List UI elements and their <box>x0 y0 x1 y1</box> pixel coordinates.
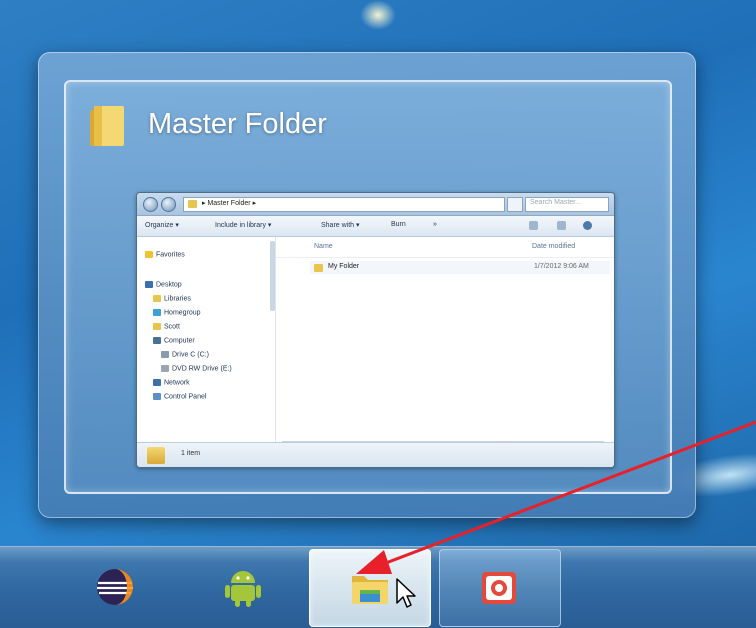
folder-icon <box>352 576 388 604</box>
navigation-pane: Favorites Desktop Libraries Homegroup Sc… <box>137 237 276 443</box>
search-input: Search Master... <box>525 197 609 212</box>
nav-item-computer: Computer <box>153 337 195 344</box>
nav-item-scott: Scott <box>153 323 180 330</box>
more-button: » <box>433 221 437 228</box>
command-bar: Organize ▾ Include in library ▾ Share wi… <box>137 216 614 237</box>
item-count: 1 item <box>181 450 201 457</box>
explorer-body: Favorites Desktop Libraries Homegroup Sc… <box>137 237 614 443</box>
drive-icon <box>161 351 169 358</box>
user-folder-icon <box>153 323 161 330</box>
include-in-library-menu: Include in library ▾ <box>215 222 272 229</box>
taskbar-button-windows-explorer[interactable] <box>309 549 431 627</box>
folder-icon <box>147 447 165 464</box>
desktop-icon <box>145 281 153 288</box>
preview-pane-icon <box>557 221 566 230</box>
eclipse-icon <box>97 569 133 605</box>
nav-item-network: Network <box>153 379 190 386</box>
wallpaper-glow <box>360 0 396 30</box>
star-icon <box>145 251 153 258</box>
nav-item-control-panel: Control Panel <box>153 393 206 400</box>
taskbar-button-eclipse[interactable] <box>55 549 175 625</box>
nav-item-favorites: Favorites <box>145 251 185 258</box>
taskbar <box>0 546 756 628</box>
address-text: ▸ Master Folder ▸ <box>202 200 257 207</box>
network-icon <box>153 379 161 386</box>
details-pane: 1 item <box>137 442 614 467</box>
taskbar-button-app[interactable] <box>439 549 561 627</box>
dvd-icon <box>161 365 169 372</box>
control-panel-icon <box>153 393 161 400</box>
address-toolbar: ▸ Master Folder ▸ Search Master... <box>137 193 614 216</box>
nav-item-homegroup: Homegroup <box>153 309 201 316</box>
folder-icon <box>90 106 124 146</box>
refresh-icon <box>507 197 523 212</box>
app-icon <box>482 572 516 604</box>
nav-item-libraries: Libraries <box>153 295 191 302</box>
address-bar: ▸ Master Folder ▸ <box>183 197 505 212</box>
nav-item-desktop: Desktop <box>145 281 182 288</box>
file-row: My Folder 1/7/2012 9:06 AM <box>310 261 610 274</box>
file-date: 1/7/2012 9:06 AM <box>534 263 589 270</box>
folder-icon <box>314 264 323 272</box>
help-icon <box>583 221 592 230</box>
back-button-icon <box>143 197 158 212</box>
homegroup-icon <box>153 309 161 316</box>
file-list: Name Date modified My Folder 1/7/2012 9:… <box>276 237 614 443</box>
taskbar-thumbnail-popup[interactable]: Master Folder ▸ Master Folder ▸ Search M… <box>38 52 696 518</box>
share-with-menu: Share with ▾ <box>321 222 360 229</box>
explorer-window-preview: ▸ Master Folder ▸ Search Master... Organ… <box>136 192 615 468</box>
forward-button-icon <box>161 197 176 212</box>
thumbnail-frame[interactable]: Master Folder ▸ Master Folder ▸ Search M… <box>64 80 672 494</box>
android-icon <box>225 571 261 607</box>
taskbar-button-android[interactable] <box>183 549 303 625</box>
column-header-name: Name <box>314 243 333 250</box>
header-divider <box>276 257 614 258</box>
burn-button: Burn <box>391 221 406 228</box>
folder-icon <box>188 200 197 208</box>
computer-icon <box>153 337 161 344</box>
column-header-date: Date modified <box>532 243 576 250</box>
search-placeholder: Search Master... <box>530 199 581 206</box>
library-icon <box>153 295 161 302</box>
view-icon <box>529 221 538 230</box>
file-name: My Folder <box>328 263 360 270</box>
organize-menu: Organize ▾ <box>145 222 179 229</box>
thumbnail-title: Master Folder <box>148 108 327 140</box>
cursor-arrow-icon <box>396 578 416 608</box>
nav-item-drive-c: Drive C (C:) <box>161 351 209 358</box>
nav-scrollbar <box>270 241 275 311</box>
nav-item-dvd-drive: DVD RW Drive (E:) <box>161 365 232 372</box>
